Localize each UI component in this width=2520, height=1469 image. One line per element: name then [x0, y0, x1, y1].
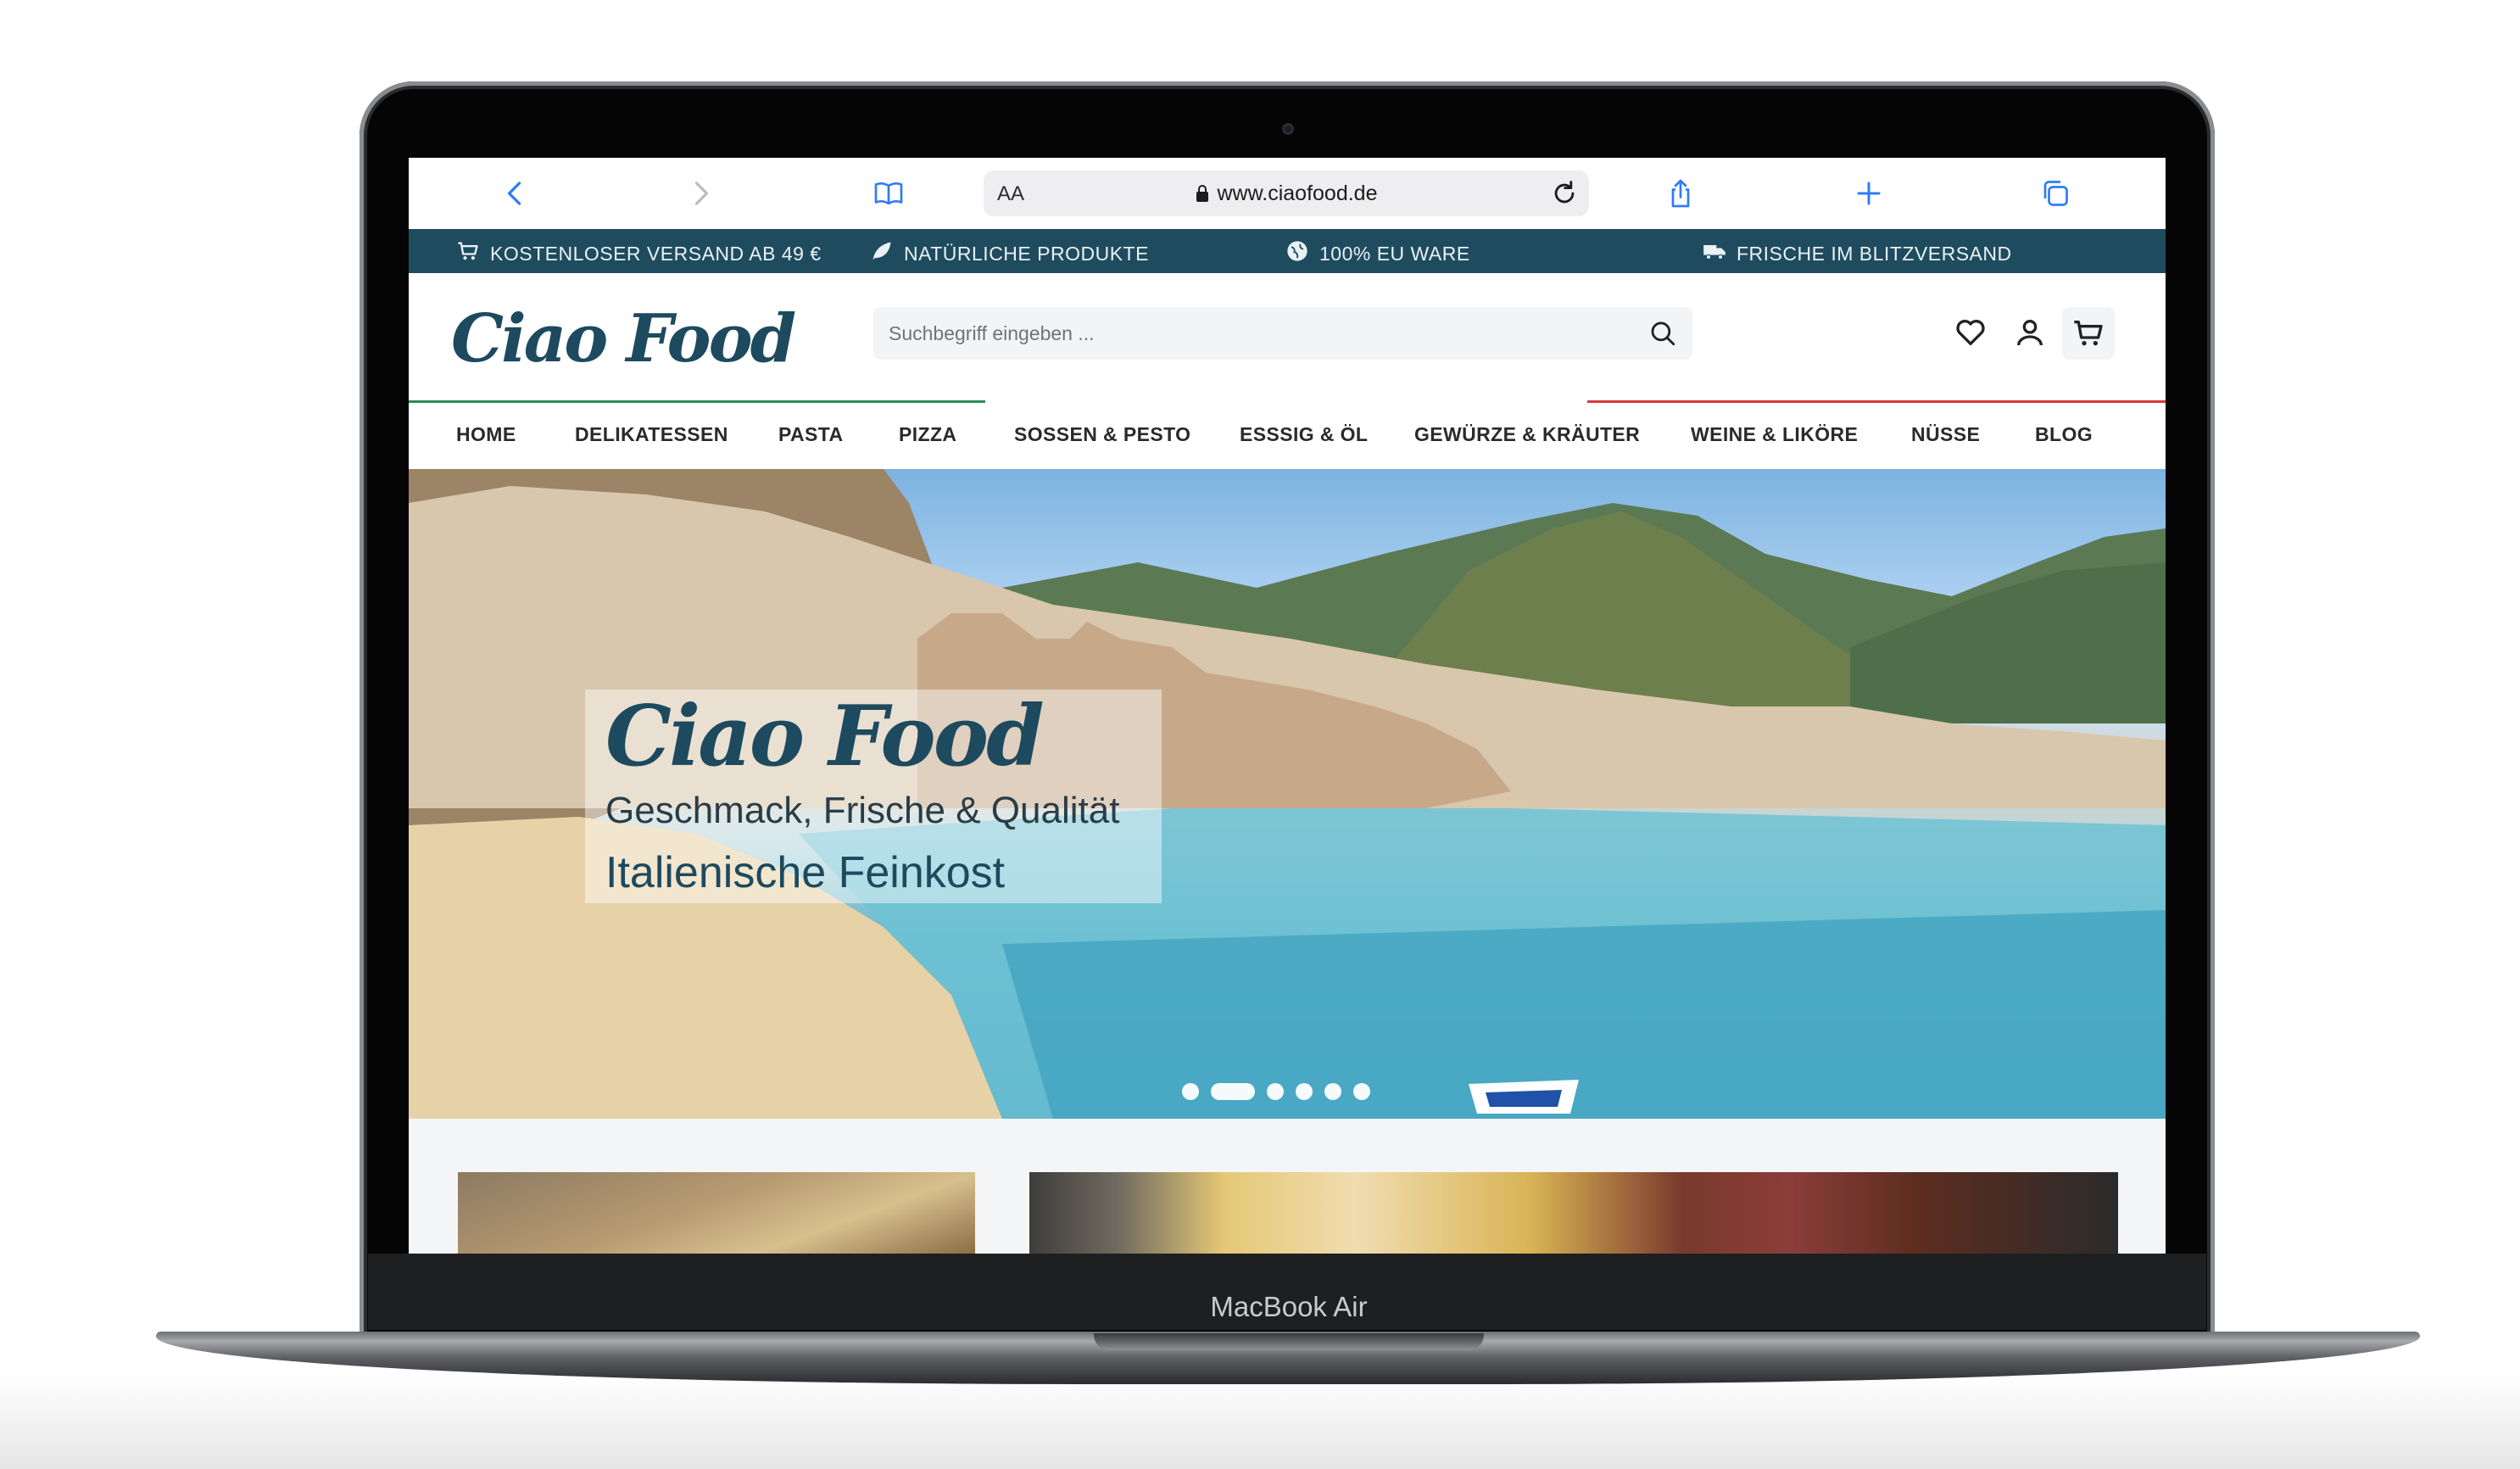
nav-item-essig-oel[interactable]: ESSSIG & ÖL	[1240, 423, 1368, 446]
wishlist-heart-icon[interactable]	[1954, 316, 1988, 349]
usp-natural: NATÜRLICHE PRODUKTE	[870, 239, 1149, 268]
new-tab-icon[interactable]	[1852, 176, 1886, 210]
floor-shadow	[0, 1374, 2520, 1469]
cart-icon	[456, 239, 480, 268]
usp-label: FRISCHE IM BLITZVERSAND	[1737, 242, 2012, 265]
camera	[1282, 123, 1294, 135]
nav-item-nuesse[interactable]: NÜSSE	[1911, 423, 1980, 446]
shopping-cart-icon	[2071, 316, 2105, 355]
site-logo[interactable]: Ciao Food	[451, 300, 796, 377]
nav-item-sossen-pesto[interactable]: SOSSEN & PESTO	[1014, 423, 1190, 446]
globe-icon	[1285, 239, 1309, 268]
usp-label: NATÜRLICHE PRODUKTE	[904, 242, 1149, 265]
main-navigation: HOME DELIKATESSEN PASTA PIZZA SOSSEN & P…	[409, 403, 2166, 469]
nav-item-blog[interactable]: BLOG	[2035, 423, 2093, 446]
reload-icon[interactable]	[1550, 179, 1579, 208]
leaf-icon	[870, 239, 894, 268]
slider-dot[interactable]	[1296, 1083, 1313, 1100]
slider-dots	[1182, 1083, 1370, 1100]
nav-item-pasta[interactable]: PASTA	[778, 423, 844, 446]
slider-dot[interactable]	[1182, 1083, 1199, 1100]
browser-toolbar: AA www.ciaofood.de	[409, 158, 2166, 229]
category-tile-image[interactable]	[458, 1172, 975, 1255]
nav-item-delikatessen[interactable]: DELIKATESSEN	[575, 423, 728, 446]
share-icon[interactable]	[1664, 176, 1698, 210]
usp-shipping: KOSTENLOSER VERSAND AB 49 €	[456, 239, 822, 268]
search-placeholder: Suchbegriff eingeben ...	[889, 322, 1095, 344]
laptop-hinge-notch	[1094, 1333, 1484, 1350]
usp-fast-delivery: FRISCHE IM BLITZVERSAND	[1703, 239, 2012, 268]
browser-window: AA www.ciaofood.de KOSTENLOSER VERSAND A…	[409, 158, 2166, 1255]
search-input[interactable]: Suchbegriff eingeben ...	[873, 307, 1692, 360]
nav-item-weine-likoere[interactable]: WEINE & LIKÖRE	[1691, 423, 1858, 446]
search-icon[interactable]	[1648, 319, 1677, 348]
url-text: www.ciaofood.de	[1217, 182, 1378, 205]
usp-eu: 100% EU WARE	[1285, 239, 1470, 268]
nav-item-pizza[interactable]: PIZZA	[899, 423, 956, 446]
usp-bar: KOSTENLOSER VERSAND AB 49 € NATÜRLICHE P…	[409, 229, 2166, 273]
forward-icon[interactable]	[683, 176, 717, 210]
slider-dot[interactable]	[1267, 1083, 1284, 1100]
back-icon[interactable]	[499, 176, 532, 210]
device-label: MacBook Air	[1210, 1291, 1368, 1322]
usp-label: 100% EU WARE	[1319, 242, 1470, 265]
usp-label: KOSTENLOSER VERSAND AB 49 €	[490, 242, 822, 265]
site-header: Ciao Food Suchbegriff eingeben ...	[409, 273, 2166, 400]
slider-dot[interactable]	[1324, 1083, 1341, 1100]
address-bar[interactable]: AA www.ciaofood.de	[984, 170, 1589, 216]
slider-dot-active[interactable]	[1211, 1083, 1255, 1100]
cheese-tile-image[interactable]	[1029, 1172, 2118, 1255]
hero-slider[interactable]: Ciao Food Geschmack, Frische & Qualität …	[409, 469, 2166, 1119]
account-icon[interactable]	[2013, 316, 2047, 349]
cart-button[interactable]	[2062, 307, 2115, 360]
hero-tagline: Italienische Feinkost	[605, 848, 1006, 897]
hero-subtitle: Geschmack, Frische & Qualität	[605, 790, 1120, 831]
tabs-overview-icon[interactable]	[2038, 176, 2072, 210]
nav-item-gewuerze-kraeuter[interactable]: GEWÜRZE & KRÄUTER	[1414, 423, 1640, 446]
bookmarks-icon[interactable]	[872, 176, 906, 210]
lock-icon	[1195, 184, 1210, 209]
slider-dot[interactable]	[1353, 1083, 1370, 1100]
truck-icon	[1703, 239, 1726, 268]
nav-item-home[interactable]: HOME	[456, 423, 516, 446]
content-section	[409, 1119, 2166, 1255]
hero-title: Ciao Food	[605, 688, 1045, 785]
